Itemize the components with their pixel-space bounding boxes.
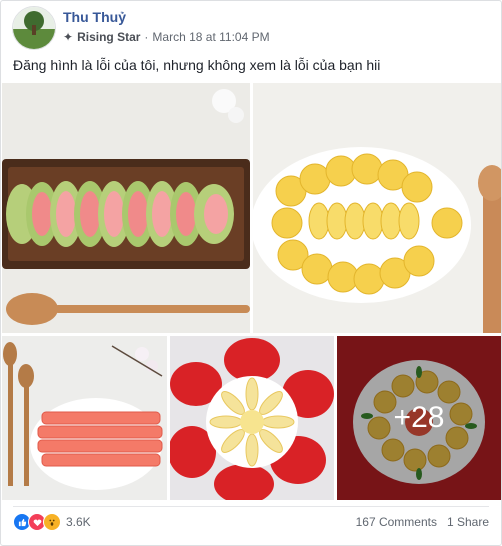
reactions-summary[interactable]: 3.6K [13, 513, 91, 531]
comments-link[interactable]: 167 Comments [356, 515, 437, 529]
author-name[interactable]: Thu Thuỷ [63, 9, 126, 25]
reaction-count: 3.6K [66, 515, 91, 529]
post-card: Thu Thuỷ ✦ Rising Star · March 18 at 11:… [0, 0, 502, 546]
photo-guava-platter[interactable] [2, 83, 250, 333]
more-photos-overlay[interactable]: +28 [337, 336, 501, 500]
rising-star-badge[interactable]: Rising Star [77, 30, 140, 44]
wow-icon [43, 513, 61, 531]
photo-watermelon-platter[interactable] [2, 336, 167, 500]
post-stats: 167 Comments 1 Share [356, 515, 489, 529]
shares-link[interactable]: 1 Share [447, 515, 489, 529]
footer-divider [13, 506, 489, 507]
author-avatar[interactable] [12, 6, 56, 50]
post-meta: ✦ Rising Star · March 18 at 11:04 PM [63, 30, 270, 44]
more-photos-count: +28 [393, 401, 445, 434]
meta-separator: · [144, 30, 149, 44]
photo-flower-arrangement[interactable] [170, 336, 334, 500]
rising-star-icon: ✦ [63, 30, 74, 44]
photo-more-photos[interactable]: +28 [337, 336, 501, 500]
post-caption: Đăng hình là lỗi của tôi, nhưng không xe… [13, 57, 381, 73]
photo-pineapple-platter[interactable] [253, 83, 501, 333]
post-timestamp[interactable]: March 18 at 11:04 PM [152, 30, 269, 44]
